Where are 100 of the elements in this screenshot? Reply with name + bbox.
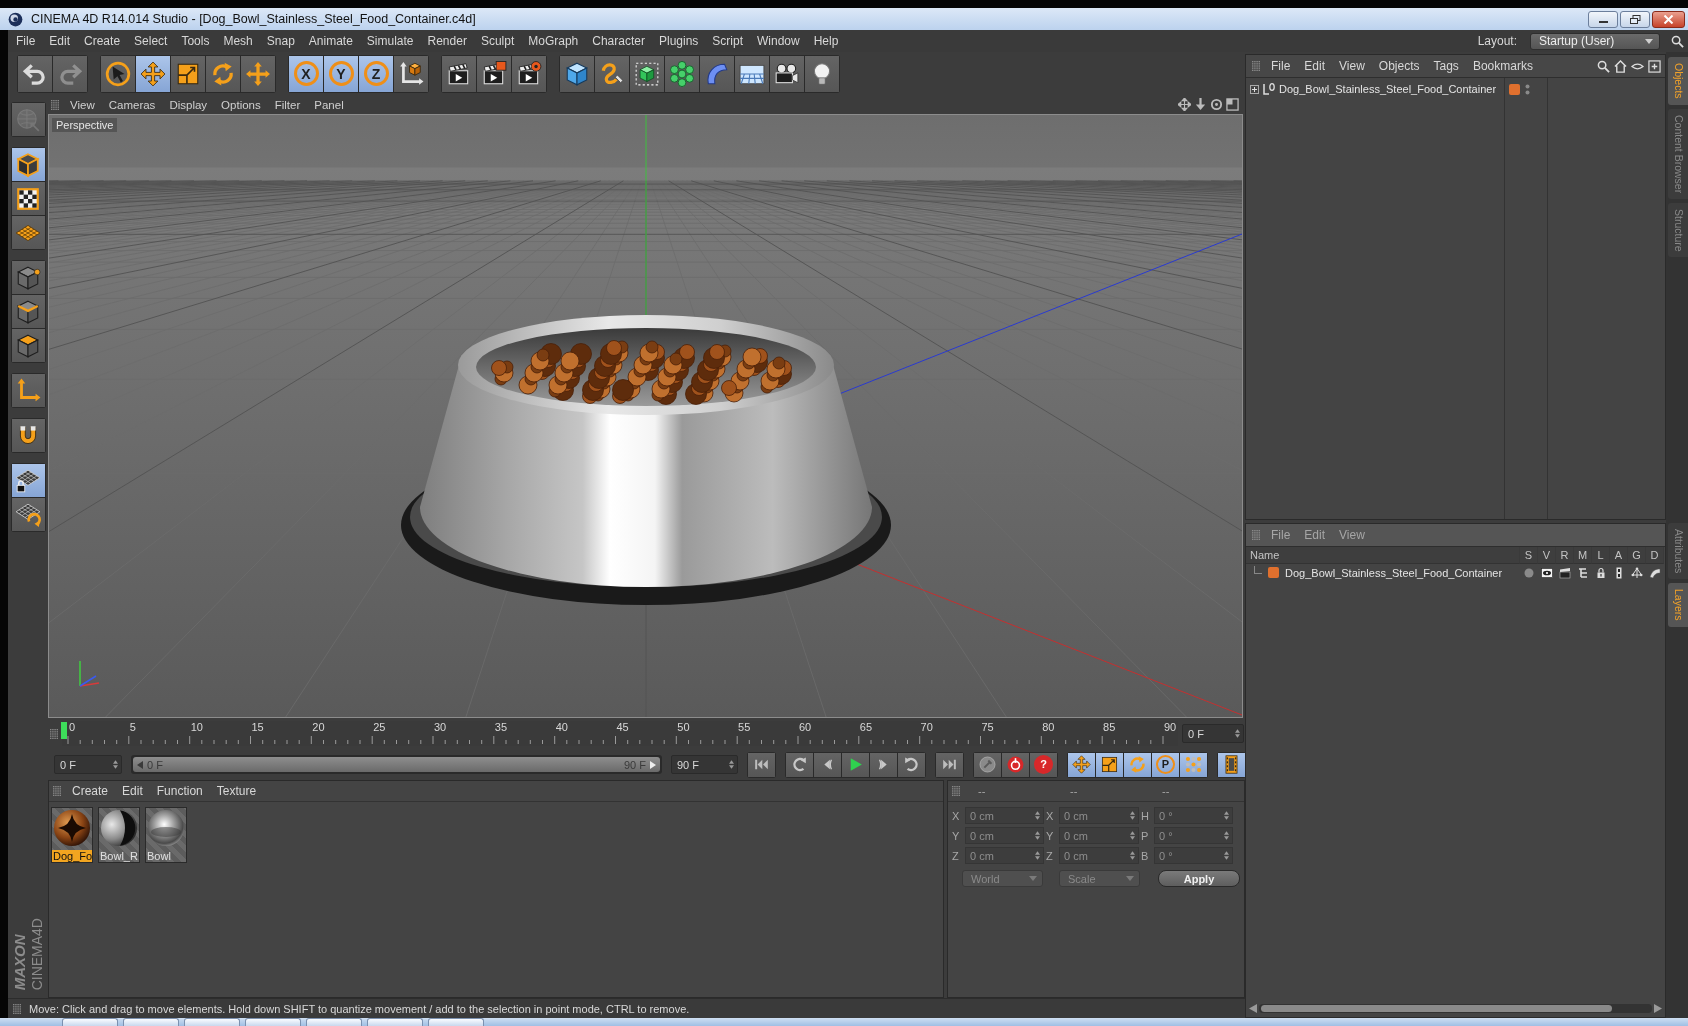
menu-item[interactable]: Select	[127, 34, 175, 48]
menu-item[interactable]: MoGraph	[521, 34, 586, 48]
viewport-menu-item[interactable]: Cameras	[101, 98, 163, 111]
coordinate-field[interactable]: 0 cm	[1059, 827, 1139, 844]
column-header[interactable]: A	[1610, 547, 1628, 564]
visibility-dots-icon[interactable]	[1525, 83, 1530, 95]
search-icon[interactable]	[1597, 59, 1610, 73]
layout-dropdown[interactable]: Startup (User)	[1530, 32, 1660, 50]
end-frame-field[interactable]: 90 F	[671, 755, 738, 774]
menu-item[interactable]: Edit	[42, 34, 78, 48]
menu-item[interactable]: Snap	[259, 34, 302, 48]
taskbar-button[interactable]	[306, 1018, 362, 1026]
panel-grip-icon[interactable]	[53, 786, 61, 796]
x-axis-lock-button[interactable]: X	[289, 55, 323, 92]
panel-grip-icon[interactable]	[1252, 61, 1260, 71]
menu-item[interactable]: Tools	[174, 34, 217, 48]
panel-grip-icon[interactable]	[13, 1003, 21, 1014]
edges-mode-button[interactable]	[11, 295, 45, 328]
panel-tab[interactable]: Objects	[1668, 57, 1688, 105]
render-view-button[interactable]	[442, 55, 476, 92]
subdivision-surface-button[interactable]	[630, 55, 664, 92]
close-button[interactable]	[1652, 10, 1685, 28]
workplane-rotate-button[interactable]	[11, 498, 45, 531]
panel-grip-icon[interactable]	[952, 786, 960, 796]
menu-item[interactable]: Texture	[209, 784, 264, 798]
menu-item[interactable]: Animate	[301, 34, 360, 48]
menu-item[interactable]: File	[9, 34, 43, 48]
coordinate-field[interactable]: 0 °	[1154, 807, 1233, 824]
menu-item[interactable]: File	[1264, 59, 1298, 73]
spline-pen-button[interactable]	[595, 55, 629, 92]
column-header[interactable]: R	[1556, 547, 1574, 564]
tweak-mode-button[interactable]	[11, 419, 45, 452]
scroll-right-icon[interactable]	[1654, 1003, 1662, 1013]
key-point-level-button[interactable]	[1180, 752, 1207, 777]
panel-tab[interactable]: Layers	[1668, 583, 1688, 627]
z-axis-lock-button[interactable]: Z	[359, 55, 393, 92]
menu-item[interactable]: Tags	[1426, 59, 1466, 73]
hierarchy-icon[interactable]	[1577, 566, 1589, 579]
solo-dot-icon[interactable]	[1523, 566, 1535, 579]
zoom-view-icon[interactable]	[1194, 98, 1207, 111]
viewport-menu-item[interactable]: Panel	[307, 98, 351, 111]
texture-mode-button[interactable]	[11, 182, 45, 215]
menu-item[interactable]: Edit	[115, 784, 150, 798]
coordinate-system-button[interactable]	[394, 55, 428, 92]
layer-name[interactable]: Dog_Bowl_Stainless_Steel_Food_Container	[1285, 566, 1503, 579]
menu-item[interactable]: Sculpt	[473, 34, 522, 48]
key-position-button[interactable]	[1068, 752, 1095, 777]
keyframe-help-button[interactable]: ?	[1030, 752, 1057, 777]
cube-button[interactable]	[560, 55, 594, 92]
3d-viewport[interactable]: Perspective	[48, 114, 1243, 718]
menu-item[interactable]: Objects	[1371, 59, 1427, 73]
locked-workplane-button[interactable]	[11, 464, 45, 497]
move-tool-button[interactable]	[136, 55, 170, 92]
cloner-button[interactable]	[665, 55, 699, 92]
coordinate-field[interactable]: 0 cm	[965, 807, 1044, 824]
timeline-button[interactable]	[1218, 752, 1245, 777]
panel-grip-icon[interactable]	[1252, 530, 1260, 540]
y-axis-lock-button[interactable]: Y	[324, 55, 358, 92]
go-to-start-button[interactable]	[748, 752, 775, 777]
playhead-marker[interactable]	[61, 722, 67, 739]
coordinate-field[interactable]: 0 °	[1154, 847, 1233, 864]
viewport-menu-item[interactable]: Display	[162, 98, 215, 111]
menu-item[interactable]: Plugins	[651, 34, 706, 48]
render-picture-button[interactable]	[477, 55, 511, 92]
material-tile[interactable]: Dog_Fo	[51, 807, 93, 863]
menu-item[interactable]: Mesh	[216, 34, 260, 48]
menu-item[interactable]: Script	[705, 34, 750, 48]
camera-button[interactable]	[770, 55, 804, 92]
material-tile[interactable]: Bowl_R	[98, 807, 140, 863]
menu-item[interactable]: Window	[750, 34, 807, 48]
previous-key-button[interactable]	[786, 752, 813, 777]
menu-item[interactable]: Help	[806, 34, 846, 48]
menu-item[interactable]: Create	[77, 34, 128, 48]
column-header[interactable]: G	[1628, 547, 1646, 564]
menu-item[interactable]: Edit	[1297, 59, 1333, 73]
expand-icon[interactable]	[1250, 84, 1259, 94]
floor-button[interactable]	[735, 55, 769, 92]
menu-item[interactable]: Create	[65, 784, 116, 798]
menu-item[interactable]: Simulate	[359, 34, 421, 48]
timeline-ruler[interactable]: 0 5 10 15 20 25 30 35 40 45 50 55 60 65 70 75 80 85 90	[62, 721, 1178, 746]
apply-button[interactable]: Apply	[1158, 870, 1240, 887]
new-panel-icon[interactable]	[1648, 59, 1661, 73]
undo-button[interactable]	[18, 55, 52, 92]
workplane-mode-button[interactable]	[11, 216, 45, 249]
points-mode-button[interactable]	[11, 261, 45, 294]
autokey-button[interactable]	[974, 752, 1001, 777]
taskbar-button[interactable]	[245, 1018, 301, 1026]
search-icon[interactable]	[1671, 34, 1684, 48]
pan-view-icon[interactable]	[1178, 98, 1191, 111]
live-selection-button[interactable]	[101, 55, 135, 92]
coordinate-field[interactable]: 0 cm	[965, 827, 1044, 844]
column-header[interactable]: L	[1592, 547, 1610, 564]
current-frame-field[interactable]: 0 F	[1182, 724, 1244, 743]
clapperboard-icon[interactable]	[1559, 566, 1571, 579]
coordinate-field[interactable]: 0 cm	[965, 847, 1044, 864]
coordinate-field[interactable]: 0 cm	[1059, 807, 1139, 824]
rotate-tool-button[interactable]	[206, 55, 240, 92]
next-key-button[interactable]	[898, 752, 925, 777]
menu-item[interactable]: Render	[420, 34, 474, 48]
taskbar-button[interactable]	[367, 1018, 423, 1026]
